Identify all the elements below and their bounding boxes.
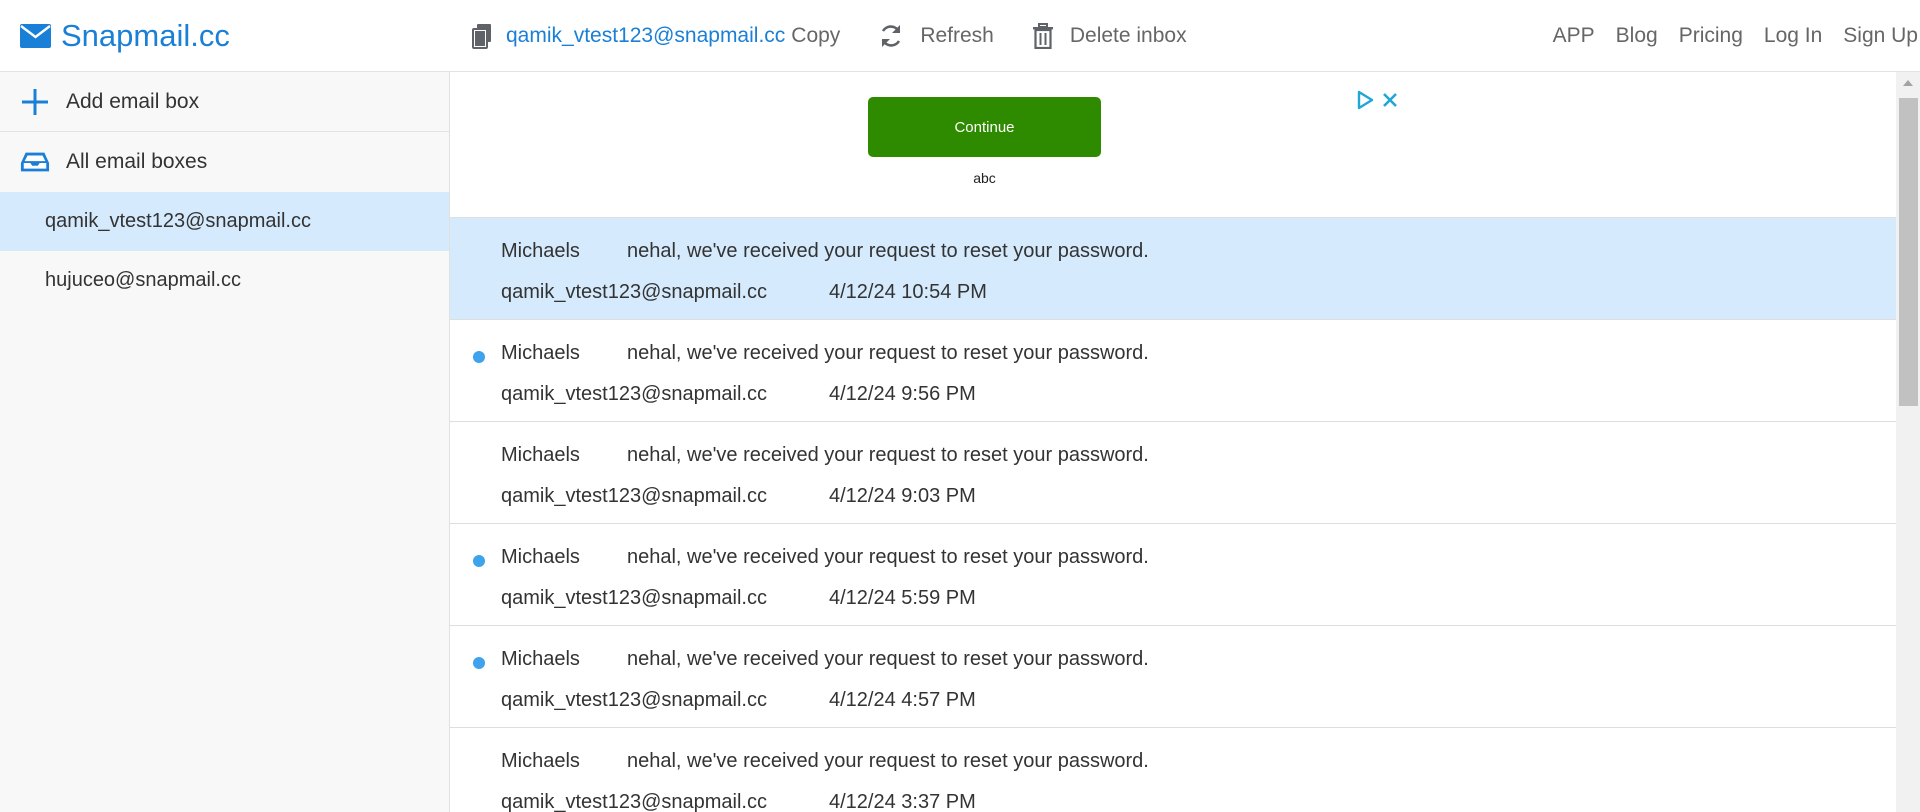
ad-banner: Continue abc — [450, 72, 1896, 218]
unread-dot-icon — [473, 351, 485, 363]
email-recipient: qamik_vtest123@snapmail.cc — [501, 383, 767, 405]
email-sender: Michaels — [501, 546, 580, 568]
scroll-up-arrow-icon[interactable] — [1896, 72, 1920, 94]
email-date: 4/12/24 9:56 PM — [829, 383, 976, 405]
ad-caption: abc — [973, 170, 996, 186]
current-address: qamik_vtest123@snapmail.cc — [506, 24, 786, 47]
email-row[interactable]: Michaels nehal, we've received your requ… — [450, 218, 1896, 320]
trash-icon — [1032, 23, 1054, 49]
add-email-box-label: Add email box — [66, 89, 200, 113]
delete-inbox-button[interactable]: Delete inbox — [1032, 23, 1187, 49]
email-sender: Michaels — [501, 240, 580, 262]
email-recipient: qamik_vtest123@snapmail.cc — [501, 689, 767, 711]
email-row[interactable]: Michaels nehal, we've received your requ… — [450, 320, 1896, 422]
refresh-label: Refresh — [920, 24, 994, 47]
ad-choices-icon[interactable] — [1356, 90, 1374, 110]
email-subject: nehal, we've received your request to re… — [627, 240, 1149, 262]
mailbox-address: hujuceo@snapmail.cc — [45, 269, 241, 291]
toolbar: qamik_vtest123@snapmail.cc Copy Refresh — [472, 16, 1187, 56]
email-date: 4/12/24 4:57 PM — [829, 689, 976, 711]
email-subject: nehal, we've received your request to re… — [627, 750, 1149, 772]
envelope-icon — [20, 24, 51, 48]
email-recipient: qamik_vtest123@snapmail.cc — [501, 281, 767, 303]
copy-label: Copy — [791, 24, 841, 47]
email-sender: Michaels — [501, 648, 580, 670]
delete-inbox-label: Delete inbox — [1069, 24, 1187, 47]
copy-icon — [472, 23, 492, 49]
email-row[interactable]: Michaels nehal, we've received your requ… — [450, 524, 1896, 626]
email-subject: nehal, we've received your request to re… — [627, 342, 1149, 364]
email-sender: Michaels — [501, 342, 580, 364]
email-subject: nehal, we've received your request to re… — [627, 648, 1149, 670]
copy-address-button[interactable]: qamik_vtest123@snapmail.cc Copy — [472, 23, 840, 49]
email-list-panel: Continue abc Michaels nehal, we've recei… — [450, 72, 1896, 812]
sidebar-item-mailbox[interactable]: hujuceo@snapmail.cc — [0, 251, 449, 310]
brand-logo-link[interactable]: Snapmail.cc — [20, 16, 230, 56]
brand-name: Snapmail.cc — [61, 18, 230, 53]
plus-icon — [20, 87, 50, 117]
unread-dot-icon — [473, 555, 485, 567]
unread-dot-icon — [473, 657, 485, 669]
email-recipient: qamik_vtest123@snapmail.cc — [501, 587, 767, 609]
ad-continue-label: Continue — [954, 118, 1015, 136]
email-recipient: qamik_vtest123@snapmail.cc — [501, 791, 767, 812]
email-subject: nehal, we've received your request to re… — [627, 444, 1149, 466]
refresh-button[interactable]: Refresh — [878, 23, 994, 49]
mailbox-address: qamik_vtest123@snapmail.cc — [45, 210, 311, 232]
nav-signup-link[interactable]: Sign Up — [1843, 24, 1918, 48]
top-header: Snapmail.cc qamik_vtest123@snapmail.cc C… — [0, 0, 1920, 72]
nav-pricing-link[interactable]: Pricing — [1679, 24, 1743, 48]
add-email-box-button[interactable]: Add email box — [0, 72, 449, 132]
email-row[interactable]: Michaels nehal, we've received your requ… — [450, 422, 1896, 524]
sidebar: Add email box All email boxes qamik_vtes… — [0, 72, 450, 812]
all-email-boxes-button[interactable]: All email boxes — [0, 132, 449, 192]
email-date: 4/12/24 3:37 PM — [829, 791, 976, 812]
email-row[interactable]: Michaels nehal, we've received your requ… — [450, 626, 1896, 728]
scrollbar-thumb[interactable] — [1899, 98, 1918, 406]
nav-blog-link[interactable]: Blog — [1616, 24, 1658, 48]
email-date: 4/12/24 5:59 PM — [829, 587, 976, 609]
inbox-icon — [20, 147, 50, 177]
nav-login-link[interactable]: Log In — [1764, 24, 1822, 48]
email-sender: Michaels — [501, 750, 580, 772]
email-row[interactable]: Michaels nehal, we've received your requ… — [450, 728, 1896, 812]
email-sender: Michaels — [501, 444, 580, 466]
email-date: 4/12/24 9:03 PM — [829, 485, 976, 507]
all-email-boxes-label: All email boxes — [66, 150, 208, 173]
close-icon[interactable] — [1380, 90, 1400, 110]
email-subject: nehal, we've received your request to re… — [627, 546, 1149, 568]
vertical-scrollbar[interactable] — [1896, 72, 1920, 812]
email-recipient: qamik_vtest123@snapmail.cc — [501, 485, 767, 507]
ad-continue-button[interactable]: Continue — [868, 97, 1101, 157]
sidebar-item-mailbox[interactable]: qamik_vtest123@snapmail.cc — [0, 192, 449, 251]
top-nav: APP Blog Pricing Log In Sign Up — [1553, 16, 1920, 56]
nav-app-link[interactable]: APP — [1553, 24, 1595, 48]
refresh-icon — [878, 23, 904, 49]
email-date: 4/12/24 10:54 PM — [829, 281, 987, 303]
